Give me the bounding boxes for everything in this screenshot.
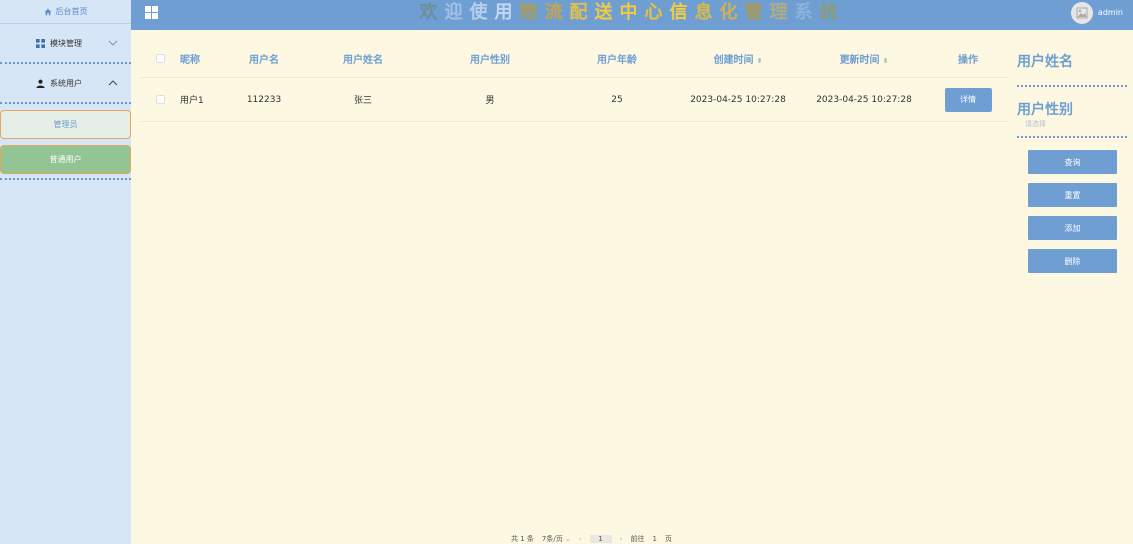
sort-icon[interactable]: ⬍	[757, 57, 763, 65]
column-header-realname: 用户姓名	[343, 55, 383, 66]
sidebar-group-label: 系统用户	[50, 78, 82, 88]
home-icon	[44, 8, 51, 15]
pagination: 共 1 条 7条/页 ⌄ ‹ 1 › 前往 1 页	[511, 533, 672, 544]
page-size-select[interactable]: 7条/页 ⌄	[542, 534, 571, 544]
goto-input[interactable]: 1	[652, 535, 656, 543]
title-char: 中	[619, 2, 645, 23]
column-header-updated[interactable]: 更新时间 ⬍	[800, 51, 928, 66]
title-char: 用	[494, 2, 520, 23]
row-select-cell[interactable]	[140, 95, 180, 104]
sidebar-item-home[interactable]: 后台首页	[0, 0, 131, 24]
top-header: 欢迎使用物流配送中心信息化管理系统 admin	[131, 0, 1133, 30]
pagination-total: 共 1 条	[511, 534, 534, 543]
grid-icon	[36, 38, 45, 48]
user-icon	[36, 79, 45, 88]
column-header-nickname: 昵称	[180, 55, 200, 66]
gender-select-underline	[1017, 136, 1127, 138]
filter-label-gender: 用户性别	[1017, 102, 1073, 118]
current-page[interactable]: 1	[589, 534, 612, 543]
sidebar-item-label: 后台首页	[55, 7, 88, 16]
delete-button[interactable]: 删除	[1028, 249, 1117, 273]
title-char: 系	[794, 2, 820, 23]
table-row: 用户1 112233 张三 男 25 2023-04-25 10:27:28 2…	[140, 78, 1008, 122]
title-char: 物	[519, 2, 545, 23]
chevron-down-icon: ⌄	[564, 534, 571, 543]
detail-button[interactable]: 详情	[944, 87, 992, 112]
next-page-icon[interactable]: ›	[620, 535, 623, 543]
page-title: 欢迎使用物流配送中心信息化管理系统	[131, 0, 1133, 30]
sidebar-group-label: 模块管理	[50, 38, 82, 48]
cell-action: 详情	[928, 87, 1008, 112]
chevron-down-icon	[108, 40, 118, 46]
title-char: 化	[719, 2, 745, 23]
column-header-action: 操作	[958, 55, 978, 66]
row-checkbox[interactable]	[155, 95, 165, 104]
page-suffix: 页	[664, 534, 672, 543]
cell-updated: 2023-04-25 10:27:28	[816, 94, 912, 105]
sort-icon[interactable]: ⬍	[883, 57, 889, 65]
sidebar: 后台首页 模块管理 系统用户 管理员 普通用户	[0, 0, 131, 544]
column-header-age: 用户年龄	[597, 55, 637, 66]
title-char: 信	[669, 2, 695, 23]
title-char: 送	[594, 2, 620, 23]
image-icon	[1076, 7, 1088, 19]
title-char: 息	[694, 2, 720, 23]
sidebar-item-label: 管理员	[53, 120, 78, 129]
sidebar-group-modules[interactable]: 模块管理	[0, 24, 131, 64]
select-all-checkbox[interactable]	[155, 54, 165, 63]
table-header-row: 昵称 用户名 用户姓名 用户性别 用户年龄 创建时间 ⬍ 更新时间 ⬍ 操作	[140, 40, 1008, 78]
column-header-created[interactable]: 创建时间 ⬍	[676, 51, 800, 66]
cell-username: 112233	[246, 94, 282, 105]
title-char: 管	[744, 2, 770, 23]
title-char: 配	[569, 2, 595, 23]
divider	[0, 174, 131, 180]
title-char: 统	[819, 2, 845, 23]
cell-nickname: 用户1	[180, 96, 204, 106]
goto-label: 前往	[630, 534, 645, 543]
sidebar-item-admin[interactable]: 管理员	[0, 110, 131, 139]
title-char: 迎	[444, 2, 470, 23]
user-table: 昵称 用户名 用户姓名 用户性别 用户年龄 创建时间 ⬍ 更新时间 ⬍ 操作 用户1…	[140, 40, 1008, 122]
cell-realname: 张三	[353, 96, 372, 106]
title-char: 理	[769, 2, 795, 23]
sidebar-group-system-users[interactable]: 系统用户	[0, 64, 131, 104]
reset-button[interactable]: 重置	[1028, 183, 1117, 207]
search-panel: 用户姓名 用户性别 请选择 查询 重置 添加 删除	[1017, 40, 1127, 282]
select-all-cell[interactable]	[140, 54, 180, 63]
username-label[interactable]: admin	[1098, 8, 1123, 17]
filter-label-realname: 用户姓名	[1017, 54, 1073, 70]
column-header-username: 用户名	[249, 55, 279, 66]
gender-select[interactable]: 请选择	[1017, 119, 1127, 131]
search-button[interactable]: 查询	[1028, 150, 1117, 174]
column-header-gender: 用户性别	[470, 55, 510, 66]
title-char: 流	[544, 2, 570, 23]
avatar[interactable]	[1071, 2, 1093, 24]
page-size-value: 7条/页	[541, 534, 563, 543]
cell-created: 2023-04-25 10:27:28	[690, 94, 786, 105]
realname-input[interactable]	[1017, 85, 1127, 87]
prev-page-icon[interactable]: ‹	[579, 535, 582, 543]
title-char: 使	[469, 2, 495, 23]
chevron-up-icon	[108, 80, 118, 86]
title-char: 欢	[419, 2, 445, 23]
sidebar-item-label: 普通用户	[49, 155, 82, 164]
column-header-label: 创建时间	[713, 55, 754, 66]
sidebar-item-normal-user[interactable]: 普通用户	[0, 145, 131, 174]
cell-gender: 男	[485, 96, 495, 106]
cell-age: 25	[611, 94, 623, 105]
add-button[interactable]: 添加	[1028, 216, 1117, 240]
column-header-label: 更新时间	[839, 55, 880, 66]
title-char: 心	[644, 2, 670, 23]
